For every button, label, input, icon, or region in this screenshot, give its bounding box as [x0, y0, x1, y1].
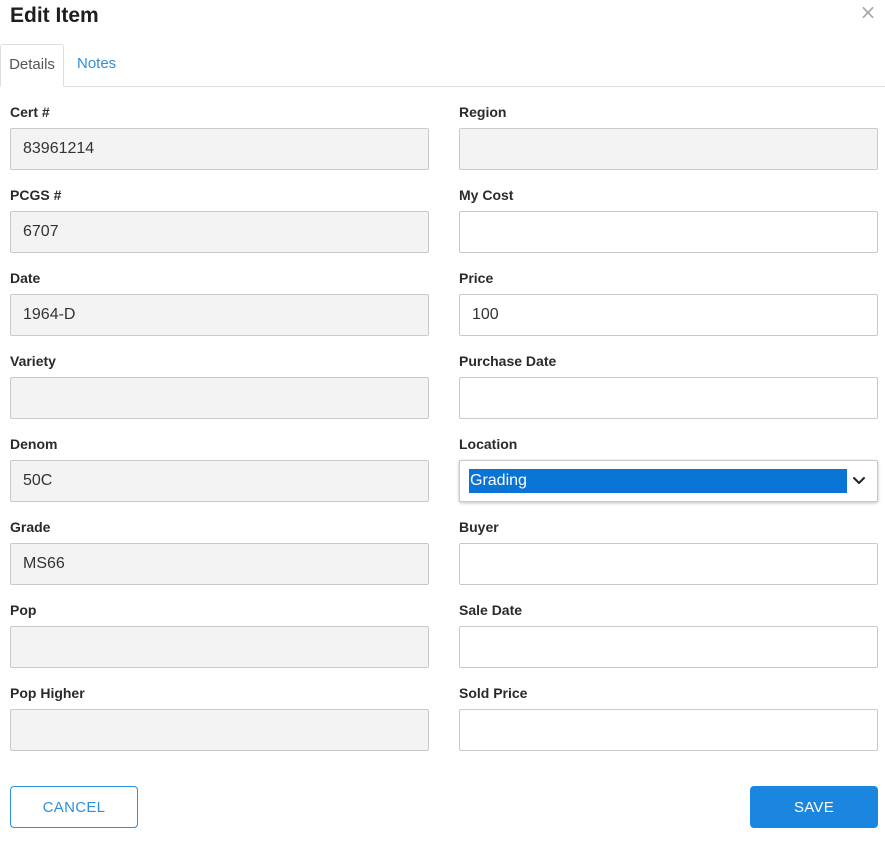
region-label: Region: [459, 104, 507, 120]
close-icon[interactable]: ×: [856, 0, 880, 24]
location-label: Location: [459, 436, 518, 452]
tab-notes[interactable]: Notes: [77, 44, 116, 86]
tab-bar: Details Notes: [0, 44, 885, 87]
buyer-field[interactable]: [459, 543, 878, 585]
location-selected-value: Grading: [469, 469, 847, 493]
denom-label: Denom: [10, 436, 58, 452]
cert-number-field[interactable]: [10, 128, 429, 170]
purchase-date-label: Purchase Date: [459, 353, 557, 369]
date-field[interactable]: [10, 294, 429, 336]
chevron-down-icon: [853, 477, 865, 484]
buyer-label: Buyer: [459, 519, 499, 535]
sold-price-label: Sold Price: [459, 685, 528, 701]
my-cost-label: My Cost: [459, 187, 514, 203]
cancel-button[interactable]: CANCEL: [10, 786, 138, 828]
tab-details[interactable]: Details: [0, 44, 64, 87]
dialog-title: Edit Item: [10, 4, 99, 27]
grade-label: Grade: [10, 519, 51, 535]
denom-field[interactable]: [10, 460, 429, 502]
variety-label: Variety: [10, 353, 56, 369]
price-field[interactable]: [459, 294, 878, 336]
location-select[interactable]: Grading: [459, 460, 878, 502]
my-cost-field[interactable]: [459, 211, 878, 253]
pop-label: Pop: [10, 602, 37, 618]
pop-higher-label: Pop Higher: [10, 685, 85, 701]
sale-date-field[interactable]: [459, 626, 878, 668]
pcgs-number-label: PCGS #: [10, 187, 62, 203]
cert-number-label: Cert #: [10, 104, 50, 120]
pop-higher-field[interactable]: [10, 709, 429, 751]
variety-field[interactable]: [10, 377, 429, 419]
pcgs-number-field[interactable]: [10, 211, 429, 253]
price-label: Price: [459, 270, 494, 286]
purchase-date-field[interactable]: [459, 377, 878, 419]
save-button[interactable]: SAVE: [750, 786, 878, 828]
sale-date-label: Sale Date: [459, 602, 523, 618]
grade-field[interactable]: [10, 543, 429, 585]
sold-price-field[interactable]: [459, 709, 878, 751]
date-label: Date: [10, 270, 41, 286]
pop-field[interactable]: [10, 626, 429, 668]
region-field[interactable]: [459, 128, 878, 170]
